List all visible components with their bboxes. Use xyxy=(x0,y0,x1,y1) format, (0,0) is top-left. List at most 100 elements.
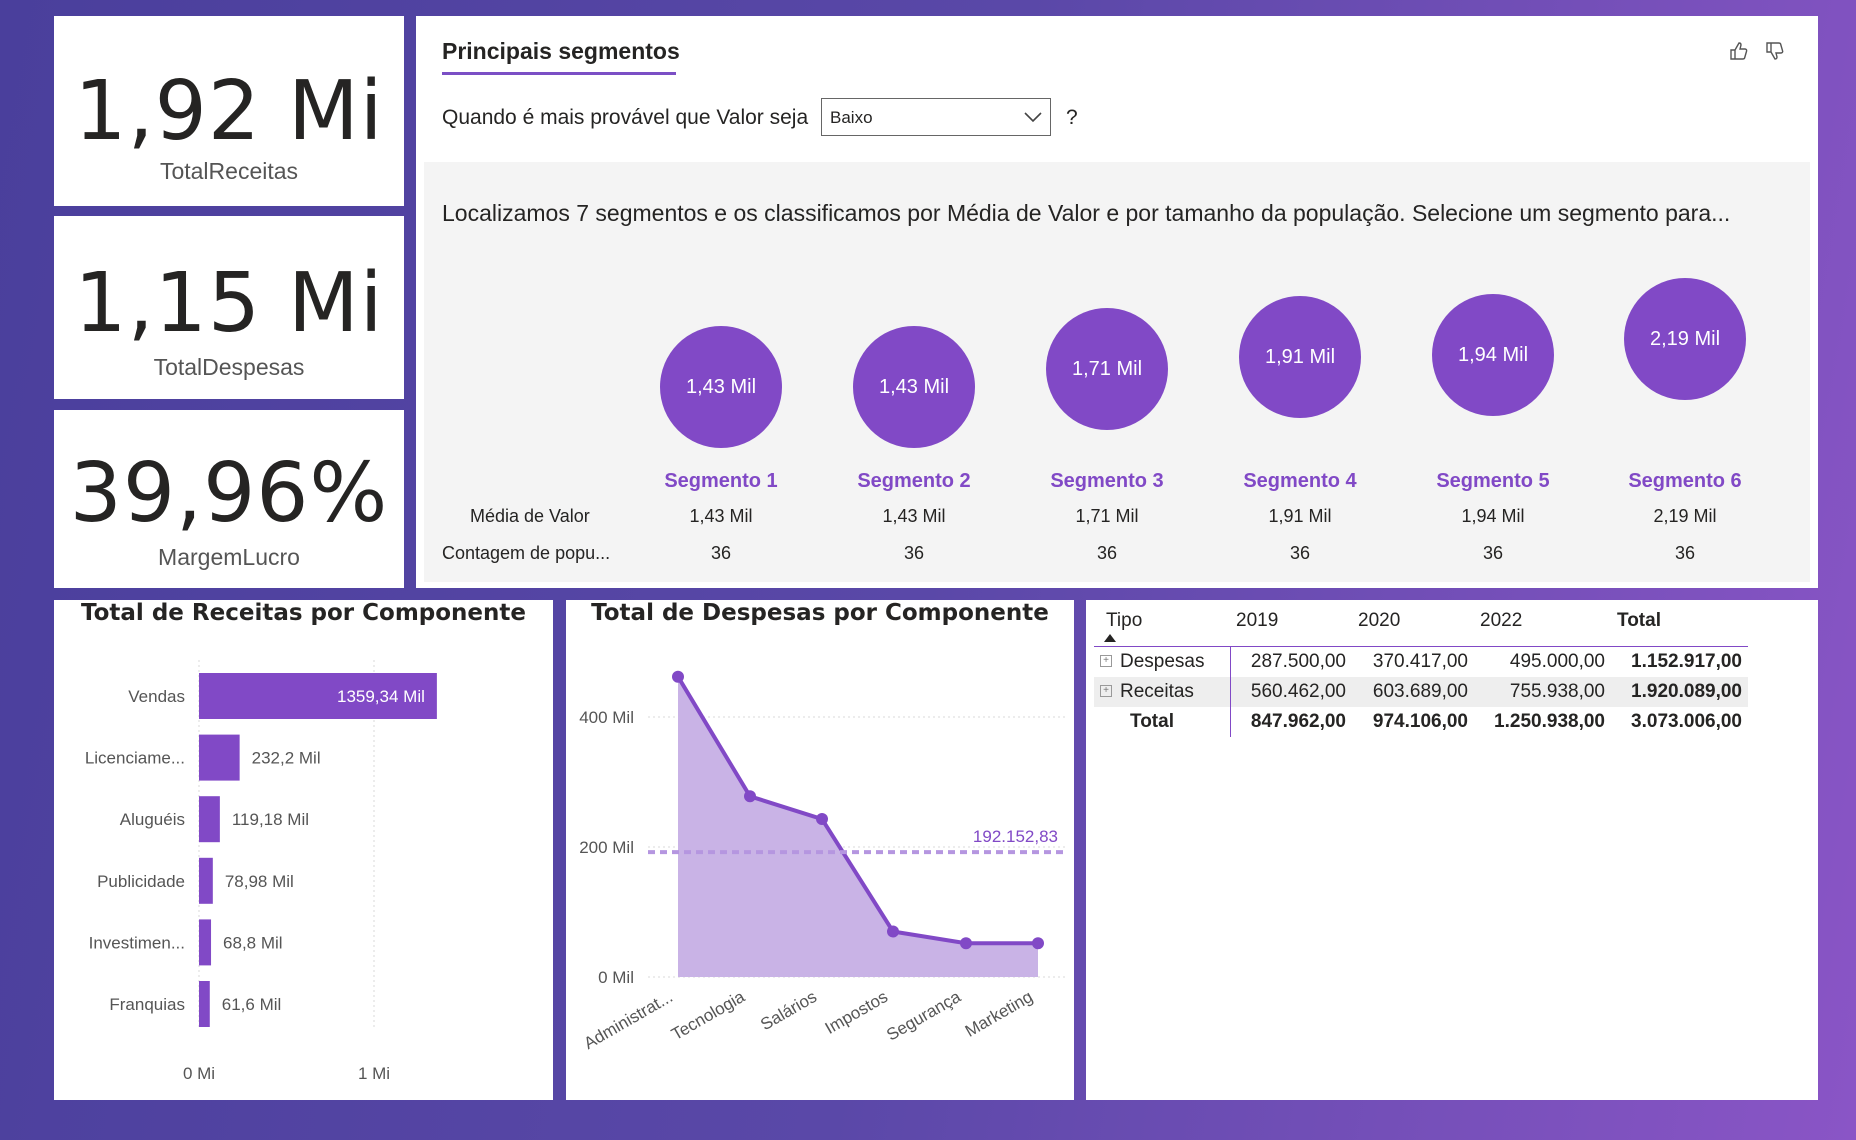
kpi-card-margem-lucro: 39,96% MargemLucro xyxy=(54,410,404,588)
segment-contagem: 36 xyxy=(710,543,732,563)
data-label: 1359,34 Mil xyxy=(337,687,425,706)
segment-contagem: 36 xyxy=(1289,543,1311,563)
segment-bubble[interactable]: 1,43 Mil xyxy=(853,326,975,448)
matrix-table-card: Tipo 2019 2020 2022 Total + Despesas 287.… xyxy=(1086,600,1818,1100)
segment-name[interactable]: Segmento 2 xyxy=(824,470,1004,493)
data-point xyxy=(960,937,972,950)
header-2019[interactable]: 2019 xyxy=(1230,606,1352,636)
category-label: Investimen... xyxy=(89,933,185,952)
chevron-down-icon xyxy=(1024,112,1042,123)
revenue-by-component-chart: Total de Receitas por Componente 0 Mi 1 M… xyxy=(54,600,553,1100)
page-bottom-strip xyxy=(0,1103,1856,1140)
tab-underline xyxy=(442,72,676,75)
segment-name[interactable]: Segmento 5 xyxy=(1403,470,1583,493)
segment-media: 2,19 Mil xyxy=(1653,506,1717,526)
bar xyxy=(199,734,240,781)
area-chart-plot: 0 Mil 200 Mil 400 Mil 192.152,83 Administrat… xyxy=(579,670,1066,1053)
segment-contagem: 36 xyxy=(1482,543,1504,563)
matrix-table: Tipo 2019 2020 2022 Total + Despesas 287.… xyxy=(1094,606,1748,737)
dropdown-selected-value: Baixo xyxy=(830,108,873,127)
kpi-label: MargemLucro xyxy=(158,544,300,570)
header-tipo[interactable]: Tipo xyxy=(1094,606,1230,642)
x-tick-label: Marketing xyxy=(962,987,1036,1041)
matrix-header-row: Tipo 2019 2020 2022 Total xyxy=(1094,606,1748,642)
segment-bubble[interactable]: 1,91 Mil xyxy=(1239,296,1361,418)
segment-name[interactable]: Segmento 6 xyxy=(1595,470,1775,493)
cell-value: 755.938,00 xyxy=(1509,680,1605,702)
question-suffix: ? xyxy=(1066,106,1078,129)
data-point xyxy=(744,790,756,803)
segment-media: 1,94 Mil xyxy=(1461,506,1525,526)
table-total-row: Total 847.962,00 974.106,00 1.250.938,00… xyxy=(1094,706,1748,737)
cell-total: 3.073.006,00 xyxy=(1631,710,1742,732)
y-tick-label: 200 Mil xyxy=(579,838,634,857)
y-tick-label: 0 Mil xyxy=(598,968,634,987)
expenses-by-component-chart: Total de Despesas por Componente 0 Mil 20… xyxy=(566,600,1074,1100)
bar xyxy=(199,919,212,966)
category-label: Publicidade xyxy=(97,872,185,891)
expand-plus-icon[interactable]: + xyxy=(1100,655,1112,668)
segment-contagem: 36 xyxy=(1674,543,1696,563)
expand-plus-icon[interactable]: + xyxy=(1100,685,1112,698)
segment-name[interactable]: Segmento 4 xyxy=(1210,470,1390,493)
question-prefix: Quando é mais provável que Valor seja xyxy=(442,106,809,129)
category-label: Franquias xyxy=(109,995,185,1014)
data-point xyxy=(816,813,828,826)
segments-summary: Localizamos 7 segmentos e os classificam… xyxy=(442,200,1731,226)
segment-media: 1,43 Mil xyxy=(882,506,946,526)
segment-contagem: 36 xyxy=(903,543,925,563)
kpi-value: 39,96% xyxy=(69,446,389,541)
table-row[interactable]: + Despesas 287.500,00 370.417,00 495.000,… xyxy=(1094,646,1748,677)
category-label: Vendas xyxy=(128,687,185,706)
row-label: Total xyxy=(1094,706,1231,737)
cell-total: 1.920.089,00 xyxy=(1631,680,1742,702)
data-label: 232,2 Mil xyxy=(252,749,321,768)
data-point xyxy=(1032,937,1044,950)
kpi-label: TotalDespesas xyxy=(153,354,305,380)
x-tick-label: 1 Mi xyxy=(358,1064,390,1083)
data-label: 61,6 Mil xyxy=(222,995,282,1014)
segment-bubble[interactable]: 1,43 Mil xyxy=(660,326,782,448)
bar xyxy=(199,981,210,1027)
data-label: 119,18 Mil xyxy=(232,810,309,829)
thumbs-up-icon[interactable] xyxy=(1728,40,1750,62)
row-label-contagem: Contagem de popu... xyxy=(442,543,611,563)
cell-total: 1.250.938,00 xyxy=(1494,710,1605,732)
bar xyxy=(199,857,213,904)
cell-value: 287.500,00 xyxy=(1250,650,1346,672)
segment-name[interactable]: Segmento 3 xyxy=(1017,470,1197,493)
table-row[interactable]: + Receitas 560.462,00 603.689,00 755.938,… xyxy=(1094,676,1748,707)
segment-media: 1,43 Mil xyxy=(689,506,753,526)
x-tick-label: Salários xyxy=(757,987,820,1034)
data-label: 68,8 Mil xyxy=(223,933,283,952)
row-label: Receitas xyxy=(1120,680,1194,702)
data-point xyxy=(887,925,899,938)
segment-media: 1,91 Mil xyxy=(1268,506,1332,526)
data-point xyxy=(672,670,684,683)
segment-contagem: 36 xyxy=(1096,543,1118,563)
segments-area: Localizamos 7 segmentos e os classificam… xyxy=(424,162,1810,582)
header-2020[interactable]: 2020 xyxy=(1352,606,1474,636)
x-tick-label: Administrat... xyxy=(581,987,676,1053)
tab-principais-segmentos[interactable]: Principais segmentos xyxy=(442,38,680,65)
cell-value: 370.417,00 xyxy=(1372,650,1468,672)
thumbs-down-icon[interactable] xyxy=(1764,40,1786,62)
cell-total: 847.962,00 xyxy=(1250,710,1346,732)
header-total[interactable]: Total xyxy=(1611,606,1748,636)
x-tick-label: Tecnologia xyxy=(668,987,748,1044)
cell-value: 560.462,00 xyxy=(1250,680,1346,702)
header-2022[interactable]: 2022 xyxy=(1474,606,1611,636)
bar-chart-plot: 0 Mi 1 Mi Vendas 1359,34 Mil Licenciame... 23… xyxy=(85,660,437,1083)
segment-bubble[interactable]: 1,94 Mil xyxy=(1432,294,1554,416)
value-dropdown[interactable]: Baixo xyxy=(821,98,1051,136)
kpi-card-total-despesas: 1,15 Mi TotalDespesas xyxy=(54,216,404,399)
cell-value: 495.000,00 xyxy=(1509,650,1605,672)
row-label-media: Média de Valor xyxy=(470,506,590,526)
segment-bubble[interactable]: 1,71 Mil xyxy=(1046,308,1168,430)
segment-bubble[interactable]: 2,19 Mil xyxy=(1624,278,1746,400)
category-label: Licenciame... xyxy=(85,749,185,768)
segment-name[interactable]: Segmento 1 xyxy=(631,470,811,493)
top-segments-panel: Principais segmentos Quando é mais prová… xyxy=(416,16,1818,588)
kpi-value: 1,92 Mi xyxy=(74,64,384,159)
x-tick-label: 0 Mi xyxy=(183,1064,215,1083)
